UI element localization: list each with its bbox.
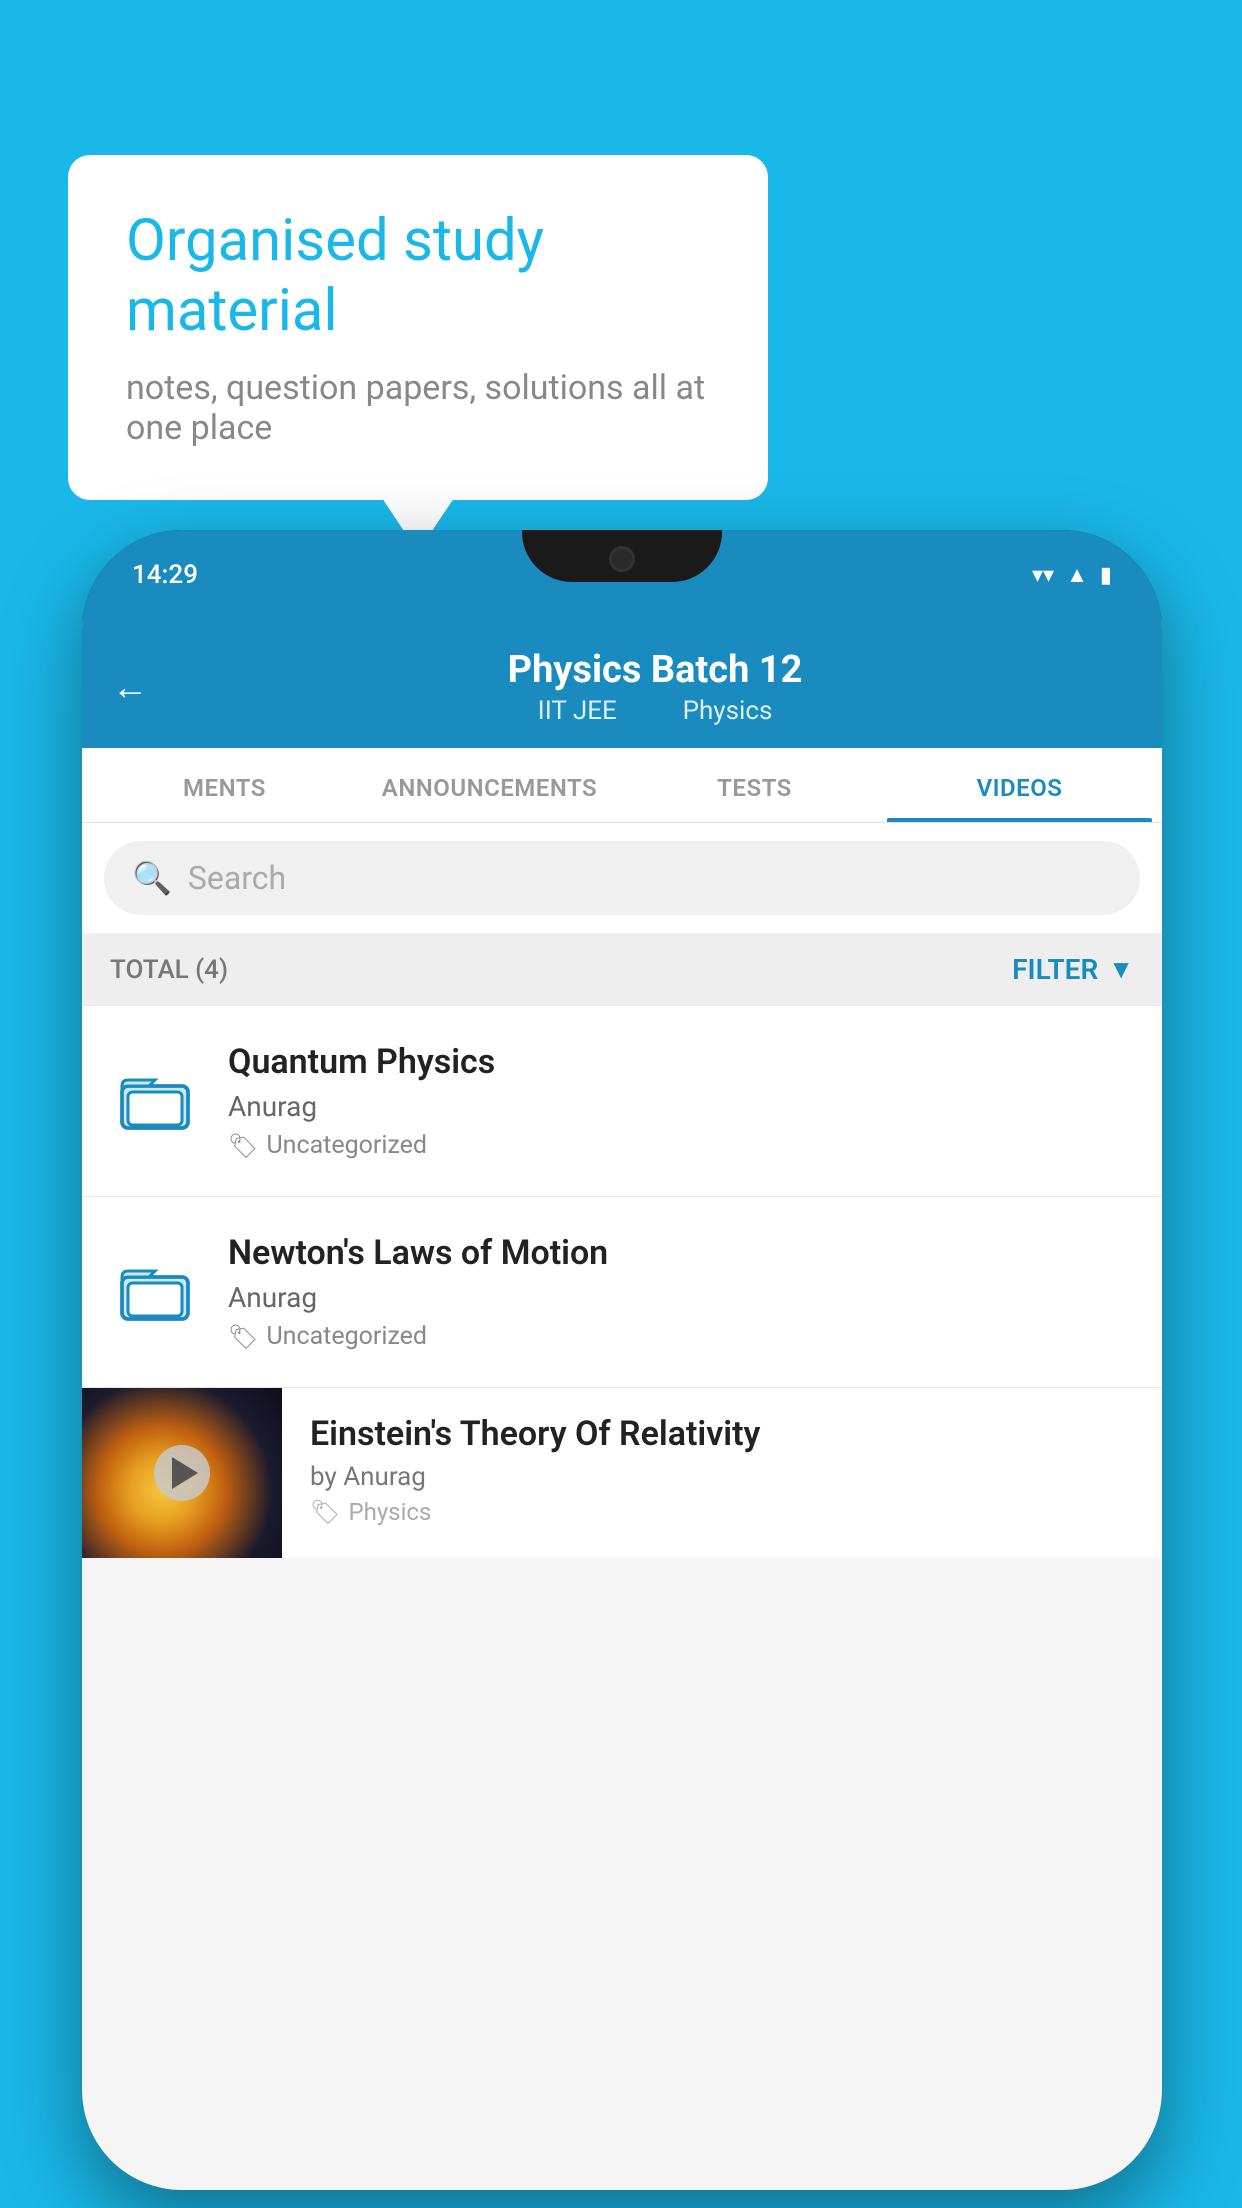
tab-videos[interactable]: VIDEOS: [887, 748, 1152, 822]
tabs-bar: MENTS ANNOUNCEMENTS TESTS VIDEOS: [82, 748, 1162, 823]
tab-tests[interactable]: TESTS: [622, 748, 887, 822]
app-header: ← Physics Batch 12 IIT JEE Physics: [82, 620, 1162, 748]
item-details: Quantum Physics Anurag 🏷 Uncategorized: [228, 1042, 1134, 1160]
filter-funnel-icon: ▼: [1108, 954, 1134, 985]
play-triangle-icon: [172, 1457, 198, 1489]
filter-total-count: TOTAL (4): [110, 955, 228, 985]
status-time: 14:29: [132, 560, 198, 590]
phone-frame: 14:29 ▾▾ ▲ ▮ ← Physics Batch 12 IIT JEE …: [82, 530, 1162, 2190]
item-title: Einstein's Theory Of Relativity: [310, 1414, 1134, 1454]
search-bar-container: 🔍 Search: [82, 823, 1162, 933]
tag-icon: 🏷: [228, 1323, 258, 1351]
item-title: Newton's Laws of Motion: [228, 1233, 1134, 1273]
item-icon-folder: [110, 1056, 200, 1146]
item-tag-text: Physics: [348, 1498, 431, 1526]
item-tag-row: 🏷 Uncategorized: [228, 1131, 1134, 1160]
list-content: Quantum Physics Anurag 🏷 Uncategorized: [82, 1006, 1162, 1558]
speech-bubble: Organised study material notes, question…: [68, 155, 768, 500]
list-item-video[interactable]: Einstein's Theory Of Relativity by Anura…: [82, 1388, 1162, 1558]
video-thumbnail: [82, 1388, 282, 1558]
filter-button[interactable]: FILTER ▼: [1012, 953, 1134, 986]
phone-camera: [609, 546, 635, 572]
item-icon-folder: [110, 1247, 200, 1337]
signal-icon: ▲: [1066, 562, 1088, 588]
item-by: by Anurag: [310, 1462, 1134, 1492]
phone-screen: ← Physics Batch 12 IIT JEE Physics MENTS…: [82, 620, 1162, 2190]
header-title-group: Physics Batch 12 IIT JEE Physics: [178, 648, 1132, 726]
list-item[interactable]: Quantum Physics Anurag 🏷 Uncategorized: [82, 1006, 1162, 1197]
search-icon: 🔍: [132, 859, 172, 897]
item-tag-text: Uncategorized: [266, 1131, 427, 1160]
folder-svg-icon: [119, 1256, 191, 1328]
filter-label: FILTER: [1012, 953, 1098, 986]
list-item[interactable]: Newton's Laws of Motion Anurag 🏷 Uncateg…: [82, 1197, 1162, 1388]
search-placeholder: Search: [188, 859, 286, 897]
speech-bubble-subtitle: notes, question papers, solutions all at…: [126, 368, 710, 448]
status-bar: 14:29 ▾▾ ▲ ▮: [82, 530, 1162, 620]
item-details: Newton's Laws of Motion Anurag 🏷 Uncateg…: [228, 1233, 1134, 1351]
item-tag-row: 🏷 Uncategorized: [228, 1322, 1134, 1351]
speech-bubble-title: Organised study material: [126, 207, 710, 346]
header-subtitle-sep: [643, 696, 656, 726]
item-details: Einstein's Theory Of Relativity by Anura…: [282, 1388, 1162, 1552]
item-tag-row: 🏷 Physics: [310, 1498, 1134, 1526]
back-button[interactable]: ←: [112, 666, 148, 708]
tag-icon: 🏷: [228, 1132, 258, 1160]
speech-bubble-container: Organised study material notes, question…: [68, 155, 768, 500]
header-subtitle-part2: Physics: [683, 696, 773, 726]
status-icons: ▾▾ ▲ ▮: [1032, 562, 1112, 588]
tab-ments[interactable]: MENTS: [92, 748, 357, 822]
battery-icon: ▮: [1100, 563, 1112, 588]
header-title: Physics Batch 12: [178, 648, 1132, 692]
item-author: Anurag: [228, 1281, 1134, 1314]
item-tag-text: Uncategorized: [266, 1322, 427, 1351]
wifi-icon: ▾▾: [1032, 563, 1054, 588]
phone-notch: [522, 530, 722, 582]
header-subtitle: IIT JEE Physics: [178, 696, 1132, 726]
folder-svg-icon: [119, 1065, 191, 1137]
tab-announcements[interactable]: ANNOUNCEMENTS: [357, 748, 622, 822]
item-author: Anurag: [228, 1090, 1134, 1123]
item-title: Quantum Physics: [228, 1042, 1134, 1082]
header-subtitle-part1: IIT JEE: [538, 696, 617, 726]
tag-icon: 🏷: [310, 1498, 340, 1526]
play-button[interactable]: [154, 1445, 210, 1501]
filter-bar: TOTAL (4) FILTER ▼: [82, 933, 1162, 1006]
search-bar[interactable]: 🔍 Search: [104, 841, 1140, 915]
